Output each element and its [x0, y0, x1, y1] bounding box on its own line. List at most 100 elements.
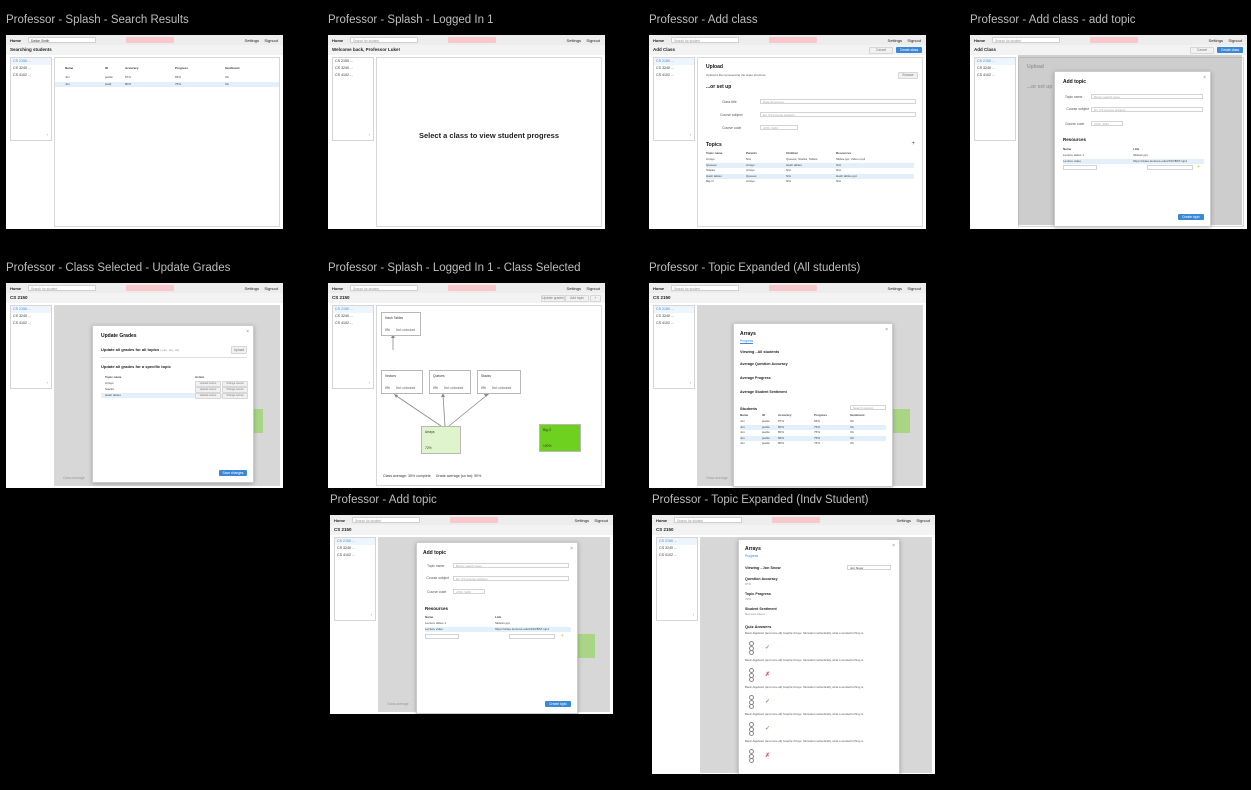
sidebar-item-class[interactable]: CS 3240 ... — [333, 65, 373, 72]
sidebar-item-class[interactable]: CS 2150 ... — [654, 58, 694, 65]
table-row[interactable]: Arrays Upload scores Change scores — [101, 381, 248, 387]
course-subject-input[interactable]: Ex: CS (course subject) — [453, 576, 569, 581]
table-row[interactable]: Jon jsa4w 80% 75% Ok — [740, 441, 886, 446]
settings-link[interactable]: Settings — [888, 38, 902, 43]
close-icon[interactable]: × — [1203, 75, 1206, 81]
settings-link[interactable]: Settings — [567, 38, 581, 43]
home-link[interactable]: Home — [656, 518, 667, 523]
sidebar-item-class[interactable]: CS 4102 ... — [333, 72, 373, 79]
topic-node[interactable]: Hash Tables 0% Not unlocked — [381, 312, 421, 336]
create-class-button[interactable]: Create class — [896, 47, 922, 53]
signout-link[interactable]: Signout — [586, 286, 600, 291]
sidebar-item-class[interactable]: CS 4102 ... — [975, 72, 1015, 79]
upload-scores-button[interactable]: Upload scores — [195, 393, 221, 399]
course-code-input[interactable]: 2150, 3240 — [1091, 121, 1123, 126]
table-row[interactable]: Lecture slides 1 Slides1.ppt — [425, 621, 571, 626]
sidebar-item-class[interactable]: CS 3240 ... — [654, 313, 694, 320]
class-title-input[interactable]: Data Structures — [760, 99, 916, 104]
search-input[interactable]: Dalton Smith — [28, 37, 96, 43]
sidebar-item-class[interactable]: CS 3240 ... — [975, 65, 1015, 72]
table-row[interactable]: Stacks Upload scores Change scores — [101, 387, 248, 393]
sidebar-item-class[interactable]: CS 2150 ... — [657, 538, 697, 545]
table-row[interactable]: Lecture slides 1 Slides1.ppt — [1063, 153, 1204, 158]
more-button[interactable]: + — [590, 295, 601, 302]
table-row[interactable]: Arrays N/A Queues, Stacks, Tables Slides.pp… — [706, 157, 914, 162]
home-link[interactable]: Home — [334, 518, 345, 523]
home-link[interactable]: Home — [10, 286, 21, 291]
create-topic-button[interactable]: Create topic — [545, 701, 571, 707]
sidebar-item-class[interactable]: CS 2150 ... — [11, 306, 51, 313]
sidebar-item-class[interactable]: CS 2150 ... — [654, 306, 694, 313]
search-input[interactable]: Search for student — [671, 285, 739, 291]
topic-node[interactable]: Queues 0% Not unlocked — [429, 370, 471, 394]
sidebar-item-class[interactable]: CS 3240 ... — [657, 545, 697, 552]
topic-node[interactable]: Vectors 0% Not unlocked — [381, 370, 423, 394]
cancel-button[interactable]: Cancel — [869, 47, 893, 54]
resource-link-input[interactable] — [1147, 165, 1193, 170]
create-topic-button[interactable]: Create topic — [1178, 214, 1204, 220]
table-row[interactable]: Big-O Arrays N/A N/A — [706, 179, 914, 184]
sidebar-item-class[interactable]: CS 3240 ... — [333, 313, 373, 320]
search-input[interactable]: Search for student — [671, 37, 739, 43]
search-input[interactable]: Search for student — [352, 517, 420, 523]
table-row[interactable]: Hash tables Upload scores Change scores — [101, 393, 248, 399]
course-code-input[interactable]: 2150, 3240 — [760, 125, 798, 130]
chevron-right-icon[interactable]: › — [47, 132, 48, 137]
settings-link[interactable]: Settings — [575, 518, 589, 523]
tab-progress[interactable]: Progress — [745, 554, 758, 558]
sidebar-item-class[interactable]: CS 2150 ... — [335, 538, 375, 545]
home-link[interactable]: Home — [974, 38, 985, 43]
sidebar-item-class[interactable]: CS 4102 ... — [333, 320, 373, 327]
settings-link[interactable]: Settings — [567, 286, 581, 291]
table-row[interactable]: Jon jsa4w 80% 75% Ok — [740, 435, 886, 441]
chevron-right-icon[interactable]: › — [371, 612, 372, 617]
sidebar-item-class[interactable]: CS 4102 ... — [11, 72, 51, 79]
sidebar-item-class[interactable]: CS 4102 ... — [657, 552, 697, 559]
sidebar-item-class[interactable]: CS 4102 ... — [335, 552, 375, 559]
home-link[interactable]: Home — [332, 286, 343, 291]
tab-progress[interactable]: Progress — [740, 339, 754, 344]
settings-link[interactable]: Settings — [897, 518, 911, 523]
home-link[interactable]: Home — [653, 286, 664, 291]
signout-link[interactable]: Signout — [1228, 38, 1242, 43]
sidebar-item-class[interactable]: CS 3240 ... — [11, 65, 51, 72]
search-input[interactable]: Search for student — [350, 285, 418, 291]
settings-link[interactable]: Settings — [888, 286, 902, 291]
sidebar-item-class[interactable]: CS 2150 ... — [333, 306, 373, 313]
table-row[interactable]: Jon jsa4w 80% 75% Ok — [740, 424, 886, 430]
topic-name-input[interactable]: Binary search trees — [453, 563, 569, 568]
search-input[interactable]: Search for student — [992, 37, 1060, 43]
search-input[interactable]: Search for student — [674, 517, 742, 523]
create-class-button[interactable]: Create class — [1217, 47, 1243, 53]
sidebar-item-class[interactable]: CS 3240 ... — [11, 313, 51, 320]
student-select[interactable]: Jon Snow — [847, 565, 891, 570]
big-o-node[interactable] — [575, 634, 595, 658]
change-scores-button[interactable]: Change scores — [222, 393, 248, 399]
table-row[interactable]: Jon jsa4w 87% 65% Ok — [55, 75, 279, 80]
table-row[interactable]: Lecture video https://video.lectures.edu… — [1063, 159, 1204, 164]
signout-link[interactable]: Signout — [594, 518, 608, 523]
chevron-right-icon[interactable]: › — [369, 380, 370, 385]
topic-node[interactable]: Arrays 72% — [421, 426, 461, 454]
settings-link[interactable]: Settings — [1209, 38, 1223, 43]
browse-button[interactable]: Browse — [898, 72, 918, 79]
update-grades-button[interactable]: Update grades — [541, 295, 565, 302]
student-search-input[interactable]: Search student — [850, 405, 886, 410]
add-resource-icon[interactable]: + — [1197, 164, 1200, 170]
signout-link[interactable]: Signout — [907, 286, 921, 291]
sidebar-item-class[interactable]: CS 2150 ... — [975, 58, 1015, 65]
close-icon[interactable]: × — [246, 329, 249, 335]
signout-link[interactable]: Signout — [916, 518, 930, 523]
topic-name-input[interactable]: Binary search trees — [1091, 94, 1203, 99]
home-link[interactable]: Home — [332, 38, 343, 43]
table-row[interactable]: Jon jsa4w 80% 75% Ok — [740, 430, 886, 435]
home-link[interactable]: Home — [653, 38, 664, 43]
table-row[interactable]: Stacks Arrays N/A N/A — [706, 168, 914, 173]
close-icon[interactable]: × — [885, 327, 888, 333]
chevron-right-icon[interactable]: › — [369, 132, 370, 137]
save-changes-button[interactable]: Save changes — [219, 470, 247, 476]
settings-link[interactable]: Settings — [245, 286, 259, 291]
chevron-right-icon[interactable]: › — [693, 612, 694, 617]
sidebar-item-class[interactable]: CS 3240 ... — [654, 65, 694, 72]
close-icon[interactable]: × — [892, 543, 895, 549]
